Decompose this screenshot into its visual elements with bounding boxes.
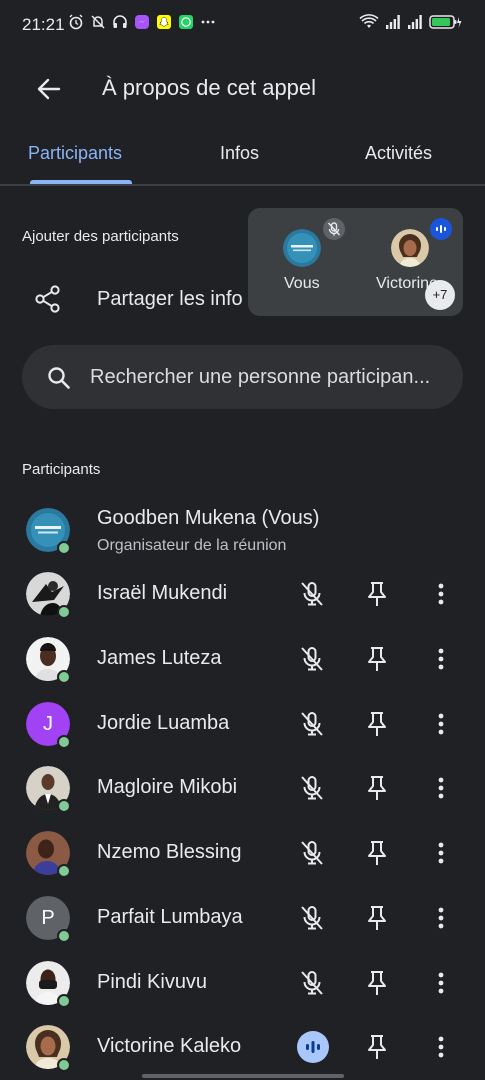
tab-participants[interactable]: Participants xyxy=(28,143,122,164)
signal-icon xyxy=(386,15,400,29)
mic-off-icon[interactable] xyxy=(298,710,326,738)
participant-row[interactable]: Pindi Kivuvu xyxy=(0,952,485,1016)
page-title: À propos de cet appel xyxy=(102,75,317,100)
whatsapp-icon xyxy=(179,15,193,29)
pin-icon[interactable] xyxy=(364,839,390,867)
tab-activites[interactable]: Activités xyxy=(365,143,432,164)
more-vert-icon[interactable] xyxy=(430,645,452,673)
more-notifications-icon xyxy=(201,20,215,24)
tab-indicator xyxy=(30,180,132,184)
more-vert-icon[interactable] xyxy=(430,774,452,802)
pin-icon[interactable] xyxy=(364,710,390,738)
share-icon xyxy=(35,285,60,313)
pin-icon[interactable] xyxy=(364,580,390,608)
participant-name: Victorine Kaleko xyxy=(97,1035,242,1057)
mic-off-icon[interactable] xyxy=(298,645,326,673)
participant-row[interactable]: Magloire Mikobi xyxy=(0,757,485,821)
participant-name: Nzemo Blessing xyxy=(97,841,242,863)
pin-icon[interactable] xyxy=(364,645,390,673)
status-icons-right xyxy=(359,14,463,30)
participants-section-label: Participants xyxy=(22,461,101,478)
participant-row[interactable]: James Luteza xyxy=(0,628,485,692)
mic-off-icon[interactable] xyxy=(298,904,326,932)
self-tile-name: Vous xyxy=(284,275,320,292)
more-vert-icon[interactable] xyxy=(430,904,452,932)
mic-off-icon[interactable] xyxy=(298,839,326,867)
participant-name: Pindi Kivuvu xyxy=(97,971,208,993)
participant-name: Goodben Mukena (Vous) xyxy=(97,507,320,529)
home-indicator[interactable] xyxy=(142,1074,344,1078)
online-status-dot xyxy=(57,1058,71,1072)
online-status-dot xyxy=(57,735,71,749)
participant-row[interactable]: P Parfait Lumbaya xyxy=(0,887,485,951)
victorine-tile-avatar xyxy=(391,229,429,267)
participant-name: Israël Mukendi xyxy=(97,582,228,604)
alarm-icon xyxy=(69,14,83,30)
more-vert-icon[interactable] xyxy=(430,839,452,867)
add-participants-label: Ajouter des participants xyxy=(22,228,179,245)
pin-icon[interactable] xyxy=(364,1033,390,1061)
call-preview-card[interactable]: Vous Victorine +7 xyxy=(248,208,463,316)
participant-name: Magloire Mikobi xyxy=(97,776,238,798)
participant-name: Jordie Luamba xyxy=(97,712,230,734)
more-vert-icon[interactable] xyxy=(430,580,452,608)
pin-icon[interactable] xyxy=(364,774,390,802)
signal-icon xyxy=(408,15,422,29)
status-time: 21:21 xyxy=(22,15,65,34)
self-muted-badge xyxy=(323,218,345,240)
participant-row[interactable]: Goodben Mukena (Vous) Organisateur de la… xyxy=(0,499,485,563)
tab-infos[interactable]: Infos xyxy=(220,143,259,164)
more-participants-badge: +7 xyxy=(425,280,455,310)
mic-off-icon[interactable] xyxy=(298,580,326,608)
mic-off-icon[interactable] xyxy=(298,969,326,997)
tab-bar: Participants Infos Activités xyxy=(0,130,485,186)
victorine-speaking-badge xyxy=(430,218,452,240)
participant-name: Parfait Lumbaya xyxy=(97,906,243,928)
participant-role: Organisateur de la réunion xyxy=(97,537,287,554)
headphones-icon xyxy=(113,15,127,28)
mic-off-icon[interactable] xyxy=(298,774,326,802)
wifi-icon xyxy=(359,14,379,28)
participant-name: James Luteza xyxy=(97,647,222,669)
speaking-indicator-icon[interactable] xyxy=(297,1031,329,1063)
back-arrow-icon[interactable] xyxy=(34,74,64,104)
participant-row[interactable]: Victorine Kaleko xyxy=(0,1016,485,1080)
more-vert-icon[interactable] xyxy=(430,710,452,738)
online-status-dot xyxy=(57,541,71,555)
snapchat-icon xyxy=(157,15,171,29)
share-info-label: Partager les info xyxy=(97,288,243,310)
messenger-icon xyxy=(135,15,149,29)
online-status-dot xyxy=(57,605,71,619)
more-vert-icon[interactable] xyxy=(430,1033,452,1061)
pin-icon[interactable] xyxy=(364,969,390,997)
participant-row[interactable]: J Jordie Luamba xyxy=(0,693,485,757)
more-vert-icon[interactable] xyxy=(430,969,452,997)
status-icons-left xyxy=(68,14,216,30)
online-status-dot xyxy=(57,864,71,878)
status-bar: 21:21 xyxy=(0,0,485,50)
search-input[interactable] xyxy=(90,345,460,409)
online-status-dot xyxy=(57,670,71,684)
self-tile-avatar xyxy=(283,229,321,267)
participant-row[interactable]: Nzemo Blessing xyxy=(0,822,485,886)
app-bar: À propos de cet appel xyxy=(0,58,485,118)
online-status-dot xyxy=(57,994,71,1008)
search-icon xyxy=(48,367,70,389)
battery-icon xyxy=(429,15,462,29)
search-bar xyxy=(22,345,463,409)
online-status-dot xyxy=(57,929,71,943)
online-status-dot xyxy=(57,799,71,813)
pin-icon[interactable] xyxy=(364,904,390,932)
participant-row[interactable]: Israël Mukendi xyxy=(0,563,485,627)
dnd-icon xyxy=(91,15,105,29)
